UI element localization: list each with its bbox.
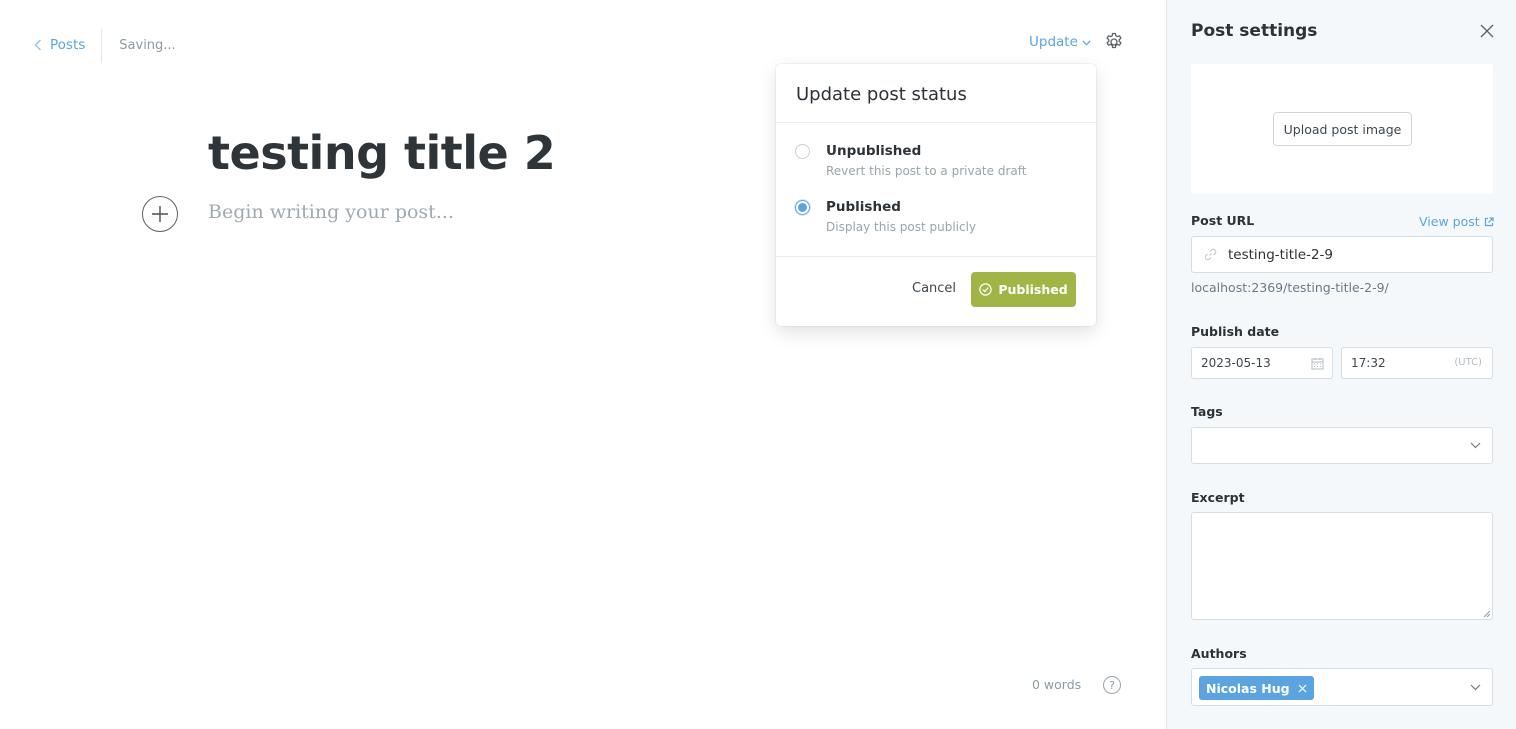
option-label: Unpublished	[826, 143, 922, 159]
view-post-label: View post	[1419, 214, 1480, 229]
cancel-button[interactable]: Cancel	[912, 281, 956, 296]
chevron-left-icon	[34, 39, 41, 51]
timezone-label: (UTC)	[1454, 357, 1482, 368]
word-count: 0 words	[1032, 677, 1082, 692]
gear-icon[interactable]	[1104, 32, 1124, 52]
publish-time-input[interactable]: 17:32 (UTC)	[1341, 347, 1493, 379]
divider	[101, 29, 103, 63]
popover-title: Update post status	[796, 84, 967, 105]
option-label: Published	[826, 199, 901, 215]
option-published[interactable]: Published Display this post publicly	[795, 199, 976, 234]
editor-topbar-right: Update	[1029, 30, 1091, 54]
help-icon[interactable]: ?	[1103, 676, 1121, 694]
tags-label: Tags	[1191, 404, 1223, 419]
update-button-label: Update	[1029, 34, 1078, 50]
published-button-label: Published	[998, 282, 1068, 297]
authors-label: Authors	[1191, 646, 1247, 661]
authors-select[interactable]: Nicolas Hug	[1191, 668, 1493, 706]
option-description: Revert this post to a private draft	[826, 164, 1027, 178]
chevron-down-icon	[1082, 40, 1091, 46]
plus-icon	[152, 206, 168, 222]
calendar-icon[interactable]	[1311, 357, 1324, 370]
save-status: Saving...	[119, 37, 176, 53]
unpublished-radio[interactable]	[795, 144, 810, 159]
author-chip[interactable]: Nicolas Hug	[1199, 676, 1314, 700]
post-body-editor[interactable]: Begin writing your post...	[208, 201, 454, 223]
publish-date-input[interactable]: 2023-05-13	[1191, 347, 1333, 379]
help-glyph: ?	[1109, 678, 1115, 692]
chevron-down-icon	[1470, 684, 1481, 691]
editor-topbar-left: Posts Saving...	[34, 29, 176, 63]
published-radio[interactable]	[795, 200, 810, 215]
post-url-label: Post URL	[1191, 213, 1255, 228]
add-card-button[interactable]	[142, 196, 178, 232]
resize-handle-icon[interactable]	[1483, 610, 1491, 618]
upload-post-image-button[interactable]: Upload post image	[1273, 112, 1412, 146]
excerpt-label: Excerpt	[1191, 490, 1245, 505]
author-name: Nicolas Hug	[1206, 680, 1290, 696]
post-url-value: testing-title-2-9	[1228, 246, 1333, 263]
published-button[interactable]: Published	[971, 272, 1076, 307]
close-icon[interactable]	[1479, 23, 1495, 39]
divider	[776, 122, 1096, 123]
excerpt-textarea[interactable]	[1191, 512, 1493, 620]
post-image-dropzone: Upload post image	[1191, 64, 1493, 194]
post-title[interactable]: testing title 2	[208, 126, 556, 180]
check-circle-icon	[979, 283, 993, 296]
back-link-label: Posts	[50, 37, 86, 53]
publish-date-value: 2023-05-13	[1201, 356, 1271, 370]
back-to-posts-link[interactable]: Posts	[34, 30, 101, 60]
tags-select[interactable]	[1191, 427, 1493, 464]
chevron-down-icon	[1470, 442, 1481, 449]
link-icon	[1204, 248, 1217, 261]
option-unpublished[interactable]: Unpublished Revert this post to a privat…	[795, 143, 1026, 178]
view-post-link[interactable]: View post	[1419, 214, 1494, 229]
divider	[776, 256, 1096, 257]
publish-time-value: 17:32	[1351, 356, 1386, 370]
remove-chip-icon[interactable]	[1298, 684, 1307, 693]
publish-date-label: Publish date	[1191, 324, 1280, 339]
post-url-input[interactable]: testing-title-2-9	[1191, 236, 1493, 273]
update-button[interactable]: Update	[1029, 34, 1091, 50]
post-settings-panel: Post settings Upload post image Post URL…	[1166, 0, 1516, 729]
option-description: Display this post publicly	[826, 220, 977, 234]
external-link-icon	[1484, 216, 1494, 226]
post-url-full: localhost:2369/testing-title-2-9/	[1191, 280, 1389, 295]
update-status-popover: Update post status Unpublished Revert th…	[776, 64, 1096, 326]
panel-title: Post settings	[1191, 21, 1318, 41]
